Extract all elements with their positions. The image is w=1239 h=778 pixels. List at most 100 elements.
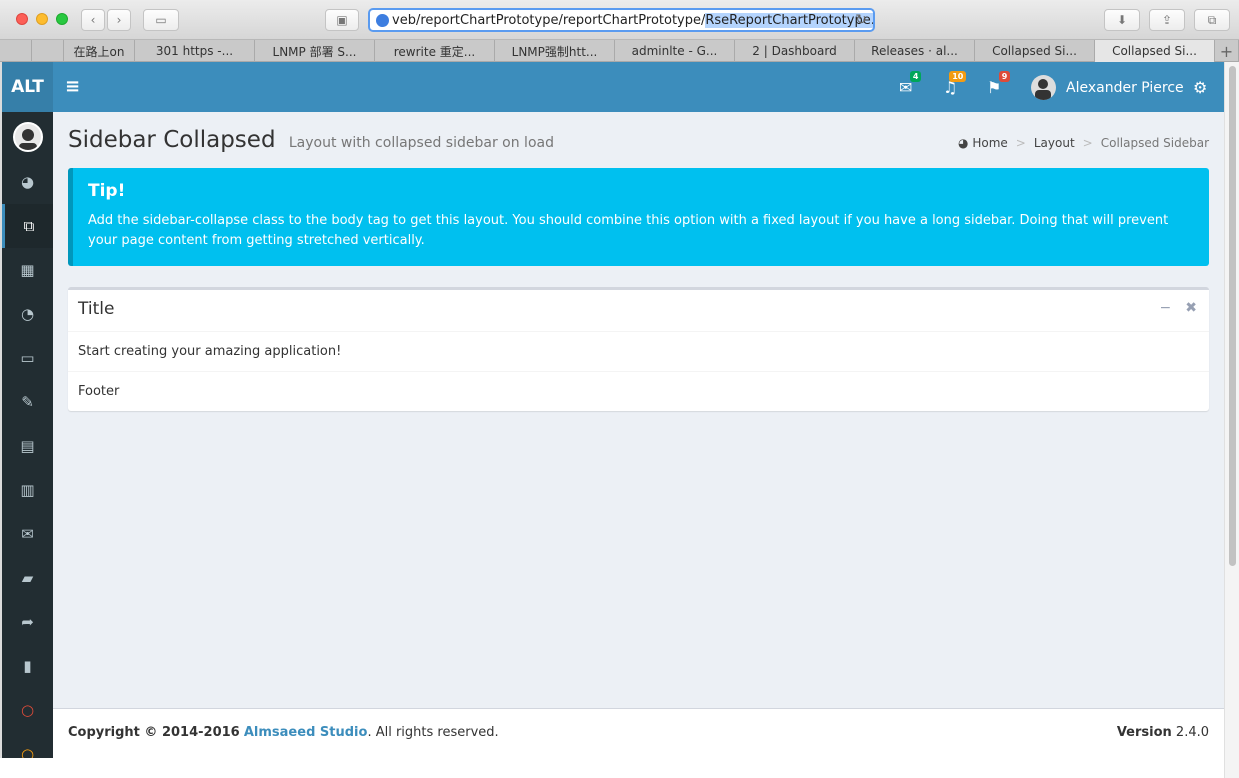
version-label: Version bbox=[1116, 725, 1172, 740]
sidebar-item-multilevel[interactable]: ➦ bbox=[2, 600, 53, 644]
avatar-icon bbox=[18, 129, 37, 150]
sidebar-item-dashboard[interactable]: ◕ bbox=[2, 160, 53, 204]
book-icon: ▮ bbox=[23, 657, 32, 675]
circle-red-icon: ○ bbox=[20, 701, 35, 719]
breadcrumb-current: Collapsed Sidebar bbox=[1100, 136, 1209, 150]
folder-icon: ▰ bbox=[21, 569, 34, 587]
th-icon: ▦ bbox=[20, 261, 35, 279]
user-avatar bbox=[1031, 75, 1056, 100]
tip-callout: Tip! Add the sidebar-collapse class to t… bbox=[68, 168, 1209, 266]
sidebar-item-important[interactable]: ○ bbox=[2, 688, 53, 732]
reload-icon[interactable]: ↻ bbox=[855, 12, 867, 28]
scrollbar[interactable] bbox=[1224, 62, 1239, 778]
control-sidebar-button[interactable]: ⚙ bbox=[1193, 78, 1207, 97]
sidebar-icon: ▭ bbox=[155, 13, 167, 27]
tab[interactable]: 2 | Dashboard bbox=[735, 40, 855, 62]
minimize-window-button[interactable] bbox=[36, 13, 48, 25]
box-body: Start creating your amazing application! bbox=[68, 332, 1209, 372]
downloads-button[interactable]: ⬇ bbox=[1104, 9, 1140, 31]
tab-pinned[interactable] bbox=[32, 40, 64, 62]
tab[interactable]: LNMP强制htt... bbox=[495, 40, 615, 62]
new-tab-button[interactable]: + bbox=[1215, 40, 1239, 62]
content-wrapper: Sidebar Collapsed Layout with collapsed … bbox=[53, 112, 1224, 708]
close-icon[interactable]: ✖ bbox=[1185, 300, 1197, 316]
gears-icon: ⚙ bbox=[1193, 78, 1208, 97]
breadcrumb-separator: > bbox=[1015, 136, 1026, 150]
reader-button[interactable]: ▣ bbox=[325, 9, 359, 31]
tab[interactable]: rewrite 重定... bbox=[375, 40, 495, 62]
tasks-button[interactable]: ⚑ 9 bbox=[987, 71, 1011, 97]
notifications-button[interactable]: ♫ 10 bbox=[943, 71, 967, 97]
page-title: Sidebar Collapsed bbox=[68, 127, 276, 153]
box-tools: − ✖ bbox=[1160, 300, 1197, 316]
rights-text: . All rights reserved. bbox=[367, 725, 499, 740]
sidebar-item-widgets[interactable]: ▦ bbox=[2, 248, 53, 292]
user-name: Alexander Pierce bbox=[1066, 79, 1184, 96]
browser-toolbar: ‹ › ▭ ▣ veb/reportChartPrototype/reportC… bbox=[0, 0, 1239, 40]
sidebar-item-tables[interactable]: ▤ bbox=[2, 424, 53, 468]
tab[interactable]: 在路上on bbox=[64, 40, 135, 62]
share-button[interactable]: ⇪ bbox=[1149, 9, 1185, 31]
download-icon: ⬇ bbox=[1116, 13, 1128, 27]
notifications-badge: 10 bbox=[949, 71, 967, 82]
sidebar-item-docs[interactable]: ▮ bbox=[2, 644, 53, 688]
messages-button[interactable]: ✉ 4 bbox=[899, 71, 922, 97]
tab-pinned[interactable] bbox=[0, 40, 32, 62]
laptop-icon: ▭ bbox=[20, 349, 35, 367]
bars-icon: ≡ bbox=[65, 76, 81, 97]
sidebar-item-forms[interactable]: ✎ bbox=[2, 380, 53, 424]
tab[interactable]: adminlte - G... bbox=[615, 40, 735, 62]
sidebar-item-layout[interactable]: ⧉ bbox=[2, 204, 53, 248]
logo[interactable]: ALT bbox=[2, 62, 53, 112]
breadcrumb-home[interactable]: ◕ Home bbox=[958, 136, 1008, 150]
envelope-icon: ✉ bbox=[21, 525, 34, 543]
sidebar-item-mailbox[interactable]: ✉ bbox=[2, 512, 53, 556]
tab[interactable]: Collapsed Si... bbox=[975, 40, 1095, 62]
close-window-button[interactable] bbox=[16, 13, 28, 25]
sidebar-item-ui[interactable]: ▭ bbox=[2, 336, 53, 380]
callout-title: Tip! bbox=[88, 181, 126, 201]
dashboard-icon: ◕ bbox=[20, 173, 35, 191]
messages-badge: 4 bbox=[909, 71, 922, 82]
box-title: Title bbox=[78, 299, 115, 319]
scrollbar-thumb[interactable] bbox=[1229, 66, 1236, 566]
copyright-text: Copyright © 2014-2016 bbox=[68, 725, 240, 740]
dashboard-icon: ◕ bbox=[958, 136, 969, 150]
chevron-left-icon: ‹ bbox=[90, 13, 96, 27]
address-bar[interactable]: veb/reportChartPrototype/reportChartProt… bbox=[368, 8, 875, 32]
box-footer: Footer bbox=[78, 384, 120, 399]
back-button[interactable]: ‹ bbox=[81, 9, 105, 31]
forward-button[interactable]: › bbox=[107, 9, 131, 31]
url-prefix: veb/reportChartPrototype/reportChartProt… bbox=[392, 12, 706, 28]
tab-active[interactable]: Collapsed Si... bbox=[1095, 40, 1215, 62]
breadcrumb-layout[interactable]: Layout bbox=[1034, 136, 1075, 150]
sidebar-toggle-button[interactable]: ≡ bbox=[65, 76, 80, 97]
tab[interactable]: Releases · al... bbox=[855, 40, 975, 62]
sidebar-toggle-button[interactable]: ▭ bbox=[143, 9, 179, 31]
tabs-overview-button[interactable]: ⧉ bbox=[1194, 9, 1230, 31]
zoom-window-button[interactable] bbox=[56, 13, 68, 25]
sidebar-item-calendar[interactable]: ▥ bbox=[2, 468, 53, 512]
tasks-badge: 9 bbox=[998, 71, 1011, 82]
tab[interactable]: 301 https -... bbox=[135, 40, 255, 62]
share-icon: ⇪ bbox=[1161, 13, 1173, 27]
user-menu[interactable]: Alexander Pierce bbox=[1031, 75, 1184, 100]
sidebar-item-examples[interactable]: ▰ bbox=[2, 556, 53, 600]
tabs-icon: ⧉ bbox=[1207, 12, 1217, 27]
sidebar-item-charts[interactable]: ◔ bbox=[2, 292, 53, 336]
sidebar-user-avatar[interactable] bbox=[12, 122, 43, 152]
company-link[interactable]: Almsaeed Studio bbox=[244, 725, 368, 740]
page-header: Sidebar Collapsed Layout with collapsed … bbox=[68, 127, 554, 153]
box-header: Title − ✖ bbox=[68, 290, 1209, 332]
url-selected: RseReportChartPrototype.html bbox=[705, 12, 873, 28]
breadcrumb-home-label: Home bbox=[972, 136, 1008, 150]
sidebar-menu: ◕ ⧉ ▦ ◔ ▭ ✎ ▤ ▥ ✉ ▰ ➦ ▮ ○ ○ bbox=[2, 112, 53, 776]
tab[interactable]: LNMP 部署 S... bbox=[255, 40, 375, 62]
top-navbar: ≡ ✉ 4 ♫ 10 ⚑ 9 Alexander Pierce ⚙ bbox=[53, 62, 1224, 112]
copyright: Copyright © 2014-2016 Almsaeed Studio. A… bbox=[68, 725, 499, 742]
globe-icon bbox=[376, 13, 389, 27]
files-icon: ⧉ bbox=[23, 217, 35, 235]
calendar-icon: ▥ bbox=[20, 481, 35, 499]
minus-icon[interactable]: − bbox=[1160, 300, 1172, 316]
version-number: 2.4.0 bbox=[1175, 725, 1209, 740]
